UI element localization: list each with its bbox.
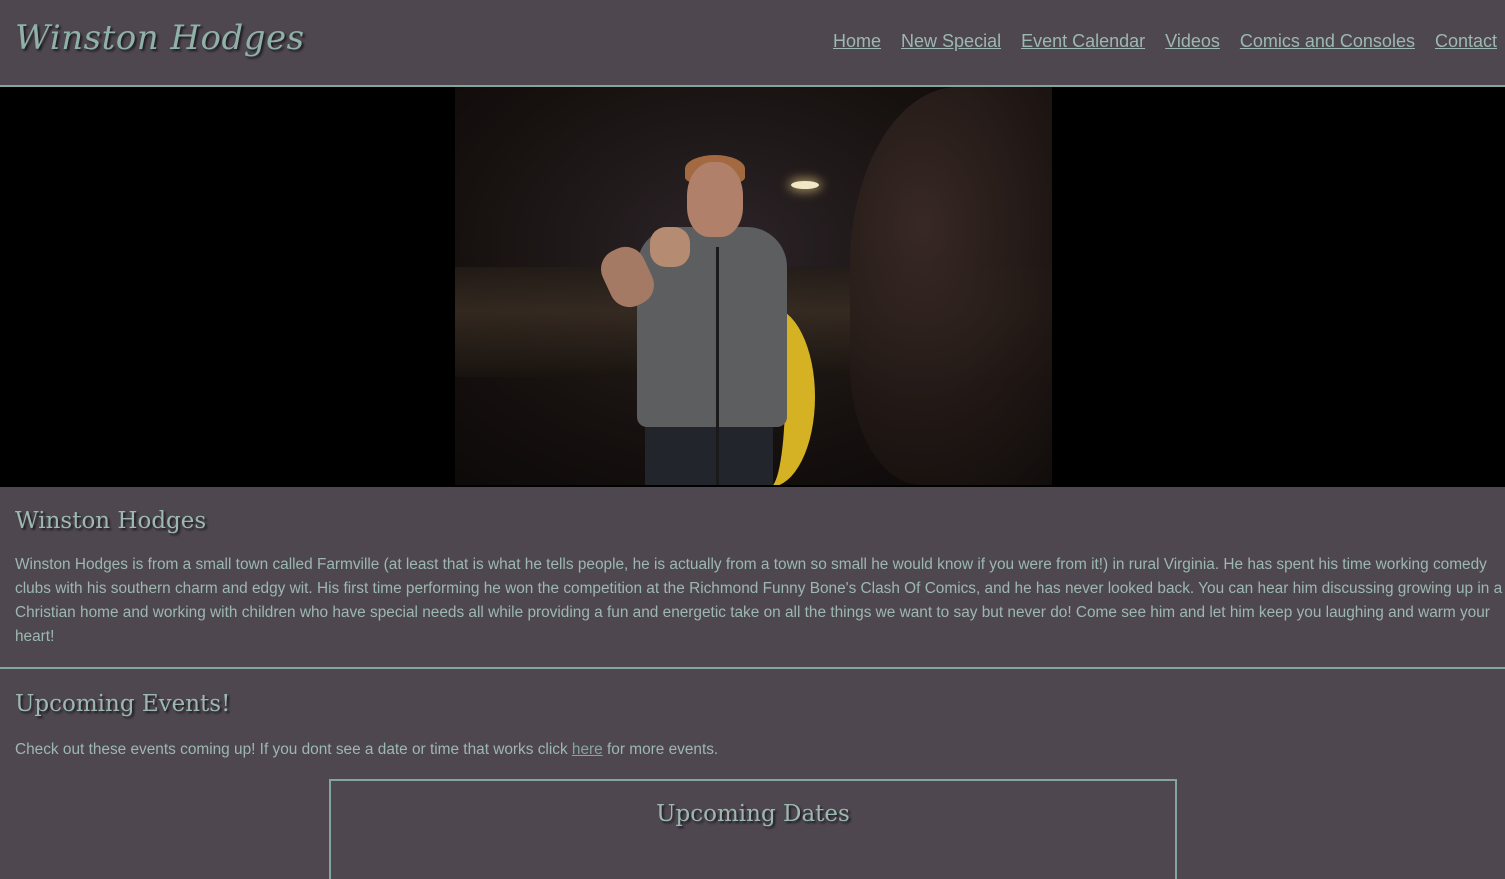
events-intro-before: Check out these events coming up! If you…	[15, 741, 572, 758]
hero-banner	[0, 87, 1505, 487]
bio-title: Winston Hodges	[15, 508, 207, 534]
more-events-link[interactable]: here	[572, 741, 603, 758]
site-logo[interactable]: Winston Hodges	[15, 18, 305, 58]
nav-videos-link[interactable]: Videos	[1165, 31, 1220, 52]
upcoming-dates-box: Upcoming Dates	[329, 779, 1177, 879]
photo-performer-legs	[645, 417, 773, 485]
nav-contact-link[interactable]: Contact	[1435, 31, 1497, 52]
nav-home-link[interactable]: Home	[833, 31, 881, 52]
nav-new-special-link[interactable]: New Special	[901, 31, 1001, 52]
hero-photo-comedian-on-stage	[455, 87, 1052, 485]
events-title: Upcoming Events!	[15, 691, 231, 717]
upcoming-events-section: Upcoming Events! Check out these events …	[0, 669, 1505, 879]
photo-ceiling-light	[791, 181, 819, 189]
photo-foreground-audience-member	[850, 87, 1052, 485]
photo-performer-hand	[650, 227, 690, 267]
events-intro: Check out these events coming up! If you…	[15, 741, 718, 759]
photo-mic-stand	[716, 247, 719, 485]
main-nav: Home New Special Event Calendar Videos C…	[813, 31, 1497, 52]
nav-event-calendar-link[interactable]: Event Calendar	[1021, 31, 1145, 52]
upcoming-dates-title: Upcoming Dates	[656, 801, 850, 827]
photo-performer-head	[687, 162, 743, 237]
site-header: Winston Hodges Home New Special Event Ca…	[0, 0, 1505, 87]
bio-section: Winston Hodges Winston Hodges is from a …	[0, 487, 1505, 669]
events-intro-after: for more events.	[602, 741, 719, 758]
bio-text: Winston Hodges is from a small town call…	[15, 556, 1503, 645]
nav-comics-and-consoles-link[interactable]: Comics and Consoles	[1240, 31, 1415, 52]
